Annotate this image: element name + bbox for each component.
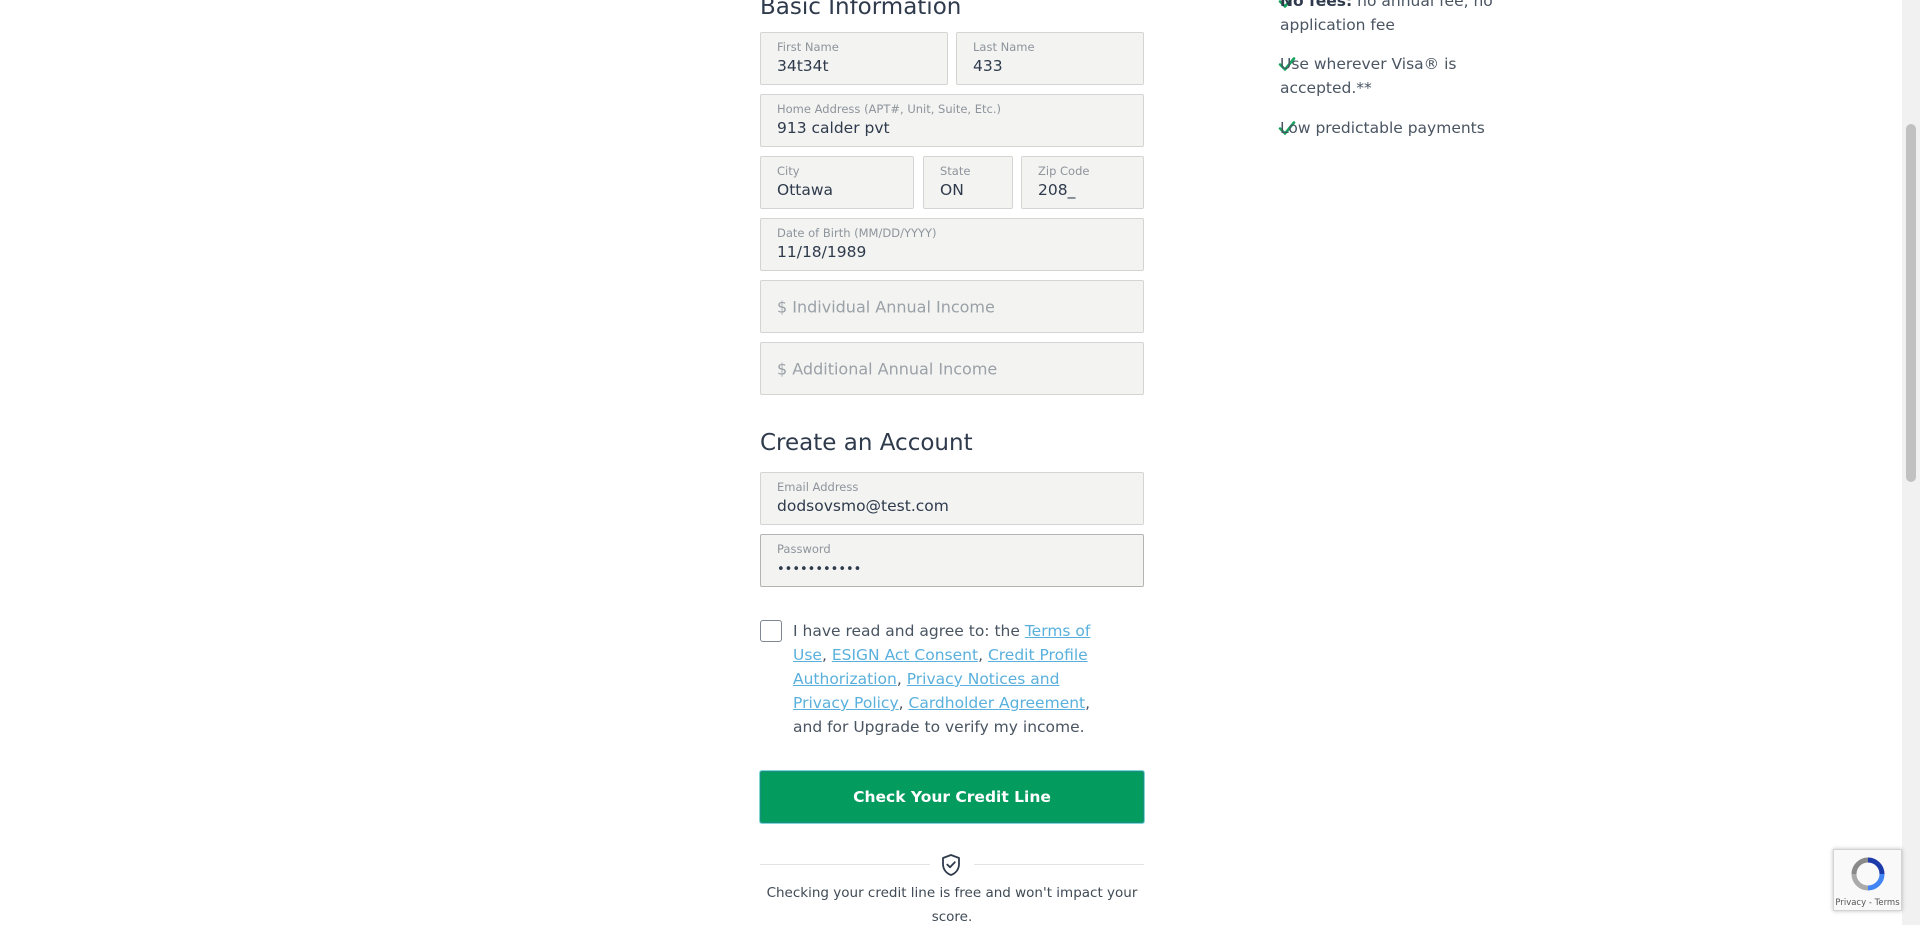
last-name-value: 433 xyxy=(973,57,1003,75)
shield-check-icon xyxy=(942,854,960,876)
benefit-no-fees: No fees: no annual fee, no application f… xyxy=(1280,0,1510,37)
additional-income-placeholder: $ Additional Annual Income xyxy=(777,359,998,378)
recaptcha-links[interactable]: Privacy - Terms xyxy=(1834,898,1901,908)
last-name-label: Last Name xyxy=(973,40,1035,54)
divider-left xyxy=(760,864,930,865)
home-address-value: 913 calder pvt xyxy=(777,119,890,137)
date-of-birth-label: Date of Birth (MM/DD/YYYY) xyxy=(777,226,937,240)
agree-checkbox[interactable] xyxy=(760,620,782,642)
password-value: ••••••••••• xyxy=(777,562,862,577)
esign-consent-link[interactable]: ESIGN Act Consent xyxy=(832,646,978,664)
state-label: State xyxy=(940,164,971,178)
zip-code-value: 208_ xyxy=(1038,181,1076,199)
date-of-birth-field[interactable]: Date of Birth (MM/DD/YYYY) 11/18/1989 xyxy=(760,218,1144,271)
first-name-value: 34t34t xyxy=(777,57,829,75)
scrollbar-thumb[interactable] xyxy=(1906,124,1916,482)
additional-income-input[interactable]: $ Additional Annual Income xyxy=(760,342,1144,395)
individual-income-input[interactable]: $ Individual Annual Income xyxy=(760,280,1144,333)
divider-right xyxy=(974,864,1144,865)
agreement-text: I have read and agree to: the Terms of U… xyxy=(793,622,1091,736)
agreement-prefix: I have read and agree to: the xyxy=(793,622,1020,640)
recaptcha-icon xyxy=(1851,857,1885,891)
zip-code-label: Zip Code xyxy=(1038,164,1090,178)
home-address-field[interactable]: Home Address (APT#, Unit, Suite, Etc.) 9… xyxy=(760,94,1144,147)
credit-check-disclaimer: Checking your credit line is free and wo… xyxy=(766,885,1138,925)
benefit-no-fees-bold: No fees: xyxy=(1280,0,1353,10)
check-credit-line-label: Check Your Credit Line xyxy=(853,788,1051,806)
email-label: Email Address xyxy=(777,480,859,494)
email-field[interactable]: Email Address dodsovsmo@test.com xyxy=(760,472,1144,525)
date-of-birth-value: 11/18/1989 xyxy=(777,243,867,261)
city-field[interactable]: City Ottawa xyxy=(760,156,914,209)
city-value: Ottawa xyxy=(777,181,834,199)
benefit-visa: Use wherever Visa® is accepted.** xyxy=(1280,55,1457,97)
create-account-heading: Create an Account xyxy=(760,430,973,456)
last-name-field[interactable]: Last Name 433 xyxy=(956,32,1144,85)
cardholder-agreement-link[interactable]: Cardholder Agreement xyxy=(909,694,1086,712)
state-value: ON xyxy=(940,181,964,199)
password-label: Password xyxy=(777,542,831,556)
benefit-payments: Low predictable payments xyxy=(1280,119,1485,137)
password-field[interactable]: Password ••••••••••• xyxy=(760,534,1144,587)
basic-information-heading: Basic Information xyxy=(760,0,962,20)
recaptcha-badge[interactable]: Privacy - Terms xyxy=(1833,849,1902,911)
agreement-suffix: and for Upgrade to verify my income. xyxy=(793,718,1085,736)
city-label: City xyxy=(777,164,800,178)
first-name-label: First Name xyxy=(777,40,839,54)
home-address-label: Home Address (APT#, Unit, Suite, Etc.) xyxy=(777,102,1001,116)
state-field[interactable]: State ON xyxy=(923,156,1013,209)
zip-code-field[interactable]: Zip Code 208_ xyxy=(1021,156,1144,209)
check-credit-line-button[interactable]: Check Your Credit Line xyxy=(760,771,1144,823)
first-name-field[interactable]: First Name 34t34t xyxy=(760,32,948,85)
individual-income-placeholder: $ Individual Annual Income xyxy=(777,297,995,316)
email-value: dodsovsmo@test.com xyxy=(777,497,949,515)
